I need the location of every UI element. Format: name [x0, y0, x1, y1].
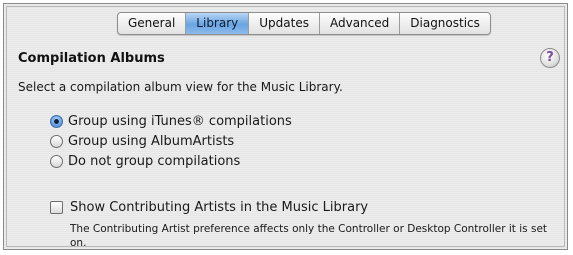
tab-library[interactable]: Library — [186, 13, 250, 34]
radio-button[interactable] — [50, 134, 63, 148]
radio-label: Group using AlbumArtists — [68, 133, 235, 149]
contributing-artists-checkbox[interactable] — [50, 201, 63, 214]
contributing-artists-option[interactable]: Show Contributing Artists in the Music L… — [50, 200, 368, 215]
radio-label: Group using iTunes® compilations — [68, 113, 292, 129]
radio-label: Do not group compilations — [68, 153, 241, 169]
contributing-artists-label: Show Contributing Artists in the Music L… — [70, 200, 369, 215]
section-title: Compilation Albums — [18, 51, 165, 66]
radio-button-selected[interactable] — [50, 114, 63, 128]
radio-option-album-artists[interactable]: Group using AlbumArtists — [50, 131, 292, 151]
preferences-window: General Library Updates Advanced Diagnos… — [3, 3, 568, 250]
section-description: Select a compilation album view for the … — [18, 80, 343, 94]
radio-option-itunes-compilations[interactable]: Group using iTunes® compilations — [50, 111, 292, 131]
tab-updates[interactable]: Updates — [249, 13, 320, 34]
radio-button[interactable] — [50, 154, 63, 168]
tab-advanced[interactable]: Advanced — [320, 13, 401, 34]
help-icon[interactable]: ? — [540, 48, 560, 68]
tab-bar: General Library Updates Advanced Diagnos… — [117, 12, 491, 35]
tab-general[interactable]: General — [118, 13, 187, 34]
contributing-artists-note: The Contributing Artist preference affec… — [70, 223, 548, 249]
radio-option-do-not-group[interactable]: Do not group compilations — [50, 151, 292, 171]
tab-diagnostics[interactable]: Diagnostics — [400, 13, 490, 34]
compilation-view-radio-group: Group using iTunes® compilations Group u… — [50, 111, 292, 171]
